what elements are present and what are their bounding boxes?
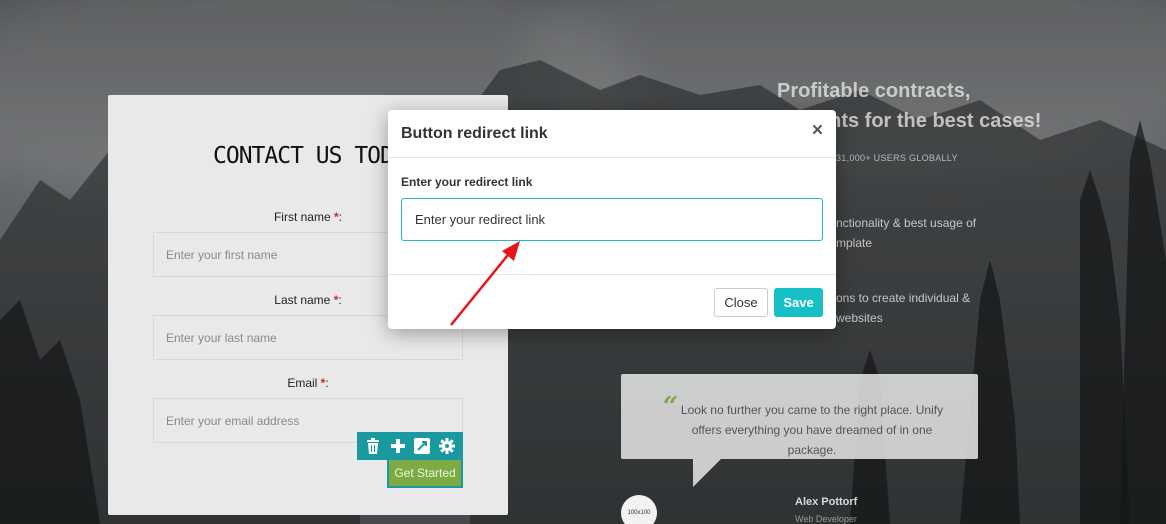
feature-2-line2: websites	[836, 311, 883, 325]
hero-headline-line1: Profitable contracts,	[777, 80, 971, 102]
close-button[interactable]: Close	[714, 288, 768, 317]
feature-2-line1: ons to create individual &	[836, 291, 971, 305]
modal-title: Button redirect link	[401, 125, 548, 142]
avatar: 100x100	[621, 495, 657, 524]
hero-headline-line2: ents for the best cases!	[818, 110, 1042, 132]
plus-icon[interactable]	[388, 436, 408, 456]
modal-footer: Close Save	[388, 274, 836, 329]
close-icon[interactable]: ×	[812, 121, 823, 141]
get-started-button[interactable]: Get Started	[387, 460, 463, 488]
redirect-link-modal: Button redirect link × Enter your redire…	[388, 110, 836, 329]
testimonial-author-role: Web Developer	[795, 514, 857, 524]
element-toolbar	[357, 432, 463, 460]
gear-icon[interactable]	[437, 436, 457, 456]
trash-icon[interactable]	[363, 436, 383, 456]
redirect-link-label: Enter your redirect link	[401, 175, 533, 189]
testimonial-card: “ Look no further you came to the right …	[621, 374, 978, 487]
feature-1-line2: mplate	[836, 236, 873, 250]
feature-1-line1: nctionality & best usage of	[836, 216, 977, 230]
testimonial-author-name: Alex Pottorf	[795, 496, 858, 508]
testimonial-text: Look no further you came to the right pl…	[680, 403, 944, 457]
hero-subline: 31,000+ USERS GLOBALLY	[836, 153, 958, 163]
redirect-link-input[interactable]	[401, 198, 823, 241]
modal-header: Button redirect link ×	[388, 110, 836, 158]
save-button[interactable]: Save	[774, 288, 823, 317]
email-label: Email *:	[287, 376, 329, 390]
edit-link-icon[interactable]	[412, 436, 432, 456]
